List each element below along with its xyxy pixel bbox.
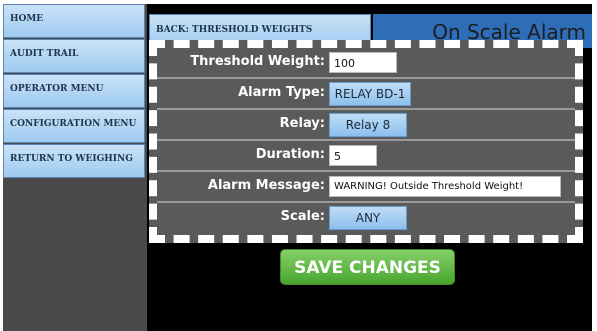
scale-label: Scale: xyxy=(280,209,325,224)
relay-row: Relay: Relay 8 xyxy=(157,110,575,141)
threshold-weight-label: Threshold Weight: xyxy=(190,54,325,69)
alarm-settings-form: Threshold Weight: 100 Alarm Type: RELAY … xyxy=(149,40,583,243)
sidebar: HOME AUDIT TRAIL OPERATOR MENU CONFIGURA… xyxy=(3,4,147,331)
alarm-type-row: Alarm Type: RELAY BD-1 xyxy=(157,79,575,110)
threshold-weight-input[interactable]: 100 xyxy=(329,52,397,73)
duration-label: Duration: xyxy=(255,147,325,162)
relay-select[interactable]: Relay 8 xyxy=(329,113,407,137)
sidebar-item-operator-menu[interactable]: OPERATOR MENU xyxy=(3,74,145,108)
threshold-weight-row: Threshold Weight: 100 xyxy=(157,48,575,79)
alarm-type-label: Alarm Type: xyxy=(238,85,325,100)
scale-row: Scale: ANY xyxy=(157,203,575,234)
alarm-message-row: Alarm Message: WARNING! Outside Threshol… xyxy=(157,172,575,203)
sidebar-item-home[interactable]: HOME xyxy=(3,4,145,38)
sidebar-item-configuration-menu[interactable]: CONFIGURATION MENU xyxy=(3,109,145,143)
scale-select[interactable]: ANY xyxy=(329,206,407,230)
relay-label: Relay: xyxy=(279,116,325,131)
sidebar-item-return-to-weighing[interactable]: RETURN TO WEIGHING xyxy=(3,144,145,178)
sidebar-item-audit-trail[interactable]: AUDIT TRAIL xyxy=(3,39,145,73)
duration-input[interactable]: 5 xyxy=(329,145,377,166)
save-changes-button[interactable]: SAVE CHANGES xyxy=(280,249,455,285)
alarm-type-select[interactable]: RELAY BD-1 xyxy=(329,82,411,106)
alarm-message-label: Alarm Message: xyxy=(207,178,325,193)
duration-row: Duration: 5 xyxy=(157,141,575,172)
alarm-message-input[interactable]: WARNING! Outside Threshold Weight! xyxy=(329,176,561,197)
